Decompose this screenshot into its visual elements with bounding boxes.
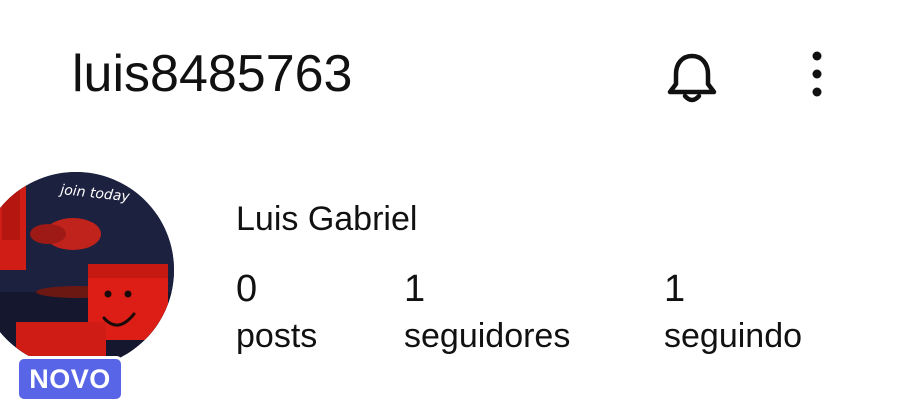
bell-icon[interactable] [660,44,724,108]
more-vertical-icon[interactable] [797,48,837,100]
stat-label: seguindo [664,317,803,355]
stat-label: posts [236,317,318,355]
avatar[interactable]: join today [0,172,174,368]
new-user-badge: NOVO [16,356,124,402]
profile-screen: luis8485763 join today NOVO Luis Gabriel… [0,0,900,412]
profile-username: luis8485763 [72,45,353,103]
stat-posts[interactable]: 0 posts [236,266,317,358]
stat-count: 0 [236,268,258,310]
display-name: Luis Gabriel [236,200,418,238]
stat-following[interactable]: 1 seguindo [664,266,802,358]
stat-count: 1 [664,268,686,310]
stat-label: seguidores [404,317,571,355]
stat-followers[interactable]: 1 seguidores [404,266,570,358]
stat-count: 1 [404,268,426,310]
